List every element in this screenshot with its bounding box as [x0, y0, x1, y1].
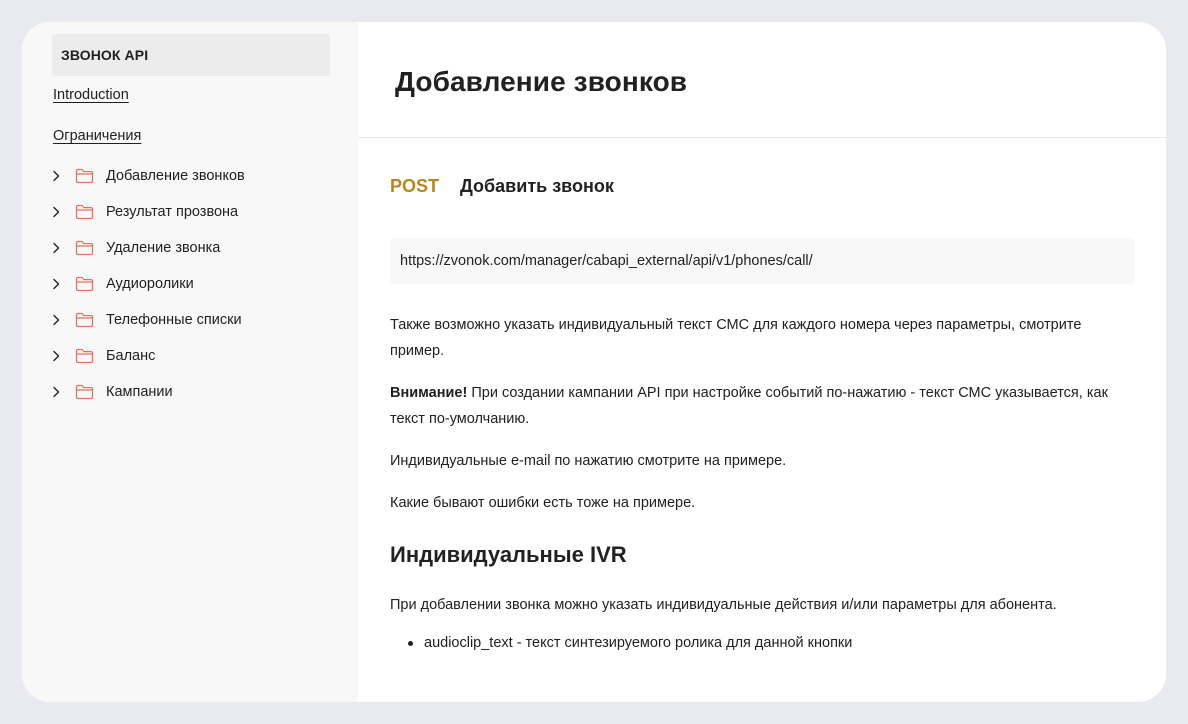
sidebar-folder-phone-lists[interactable]: Телефонные списки: [22, 302, 358, 338]
paragraph-email: Индивидуальные e-mail по нажатию смотрит…: [390, 453, 787, 469]
sidebar: ЗВОНОК API Introduction Ограничения Доба…: [22, 22, 358, 702]
sidebar-folder-list: Добавление звонков Результат прозвона Уд…: [22, 158, 358, 410]
list-item-text: audioclip_text - текст синтезируемого ро…: [424, 635, 853, 651]
chevron-right-icon[interactable]: [49, 205, 63, 219]
sidebar-folder-label: Телефонные списки: [106, 312, 242, 328]
app-window: ЗВОНОК API Introduction Ограничения Доба…: [22, 22, 1166, 702]
folder-icon: [75, 348, 95, 364]
folder-icon: [75, 168, 95, 184]
page-title: Добавление звонков: [395, 65, 688, 97]
bullet-dot: [408, 640, 413, 646]
list-item: audioclip_text - текст синтезируемого ро…: [408, 630, 1135, 656]
warning-label: Внимание!: [390, 385, 468, 401]
sidebar-folder-label: Кампании: [106, 384, 173, 400]
chevron-right-icon[interactable]: [49, 277, 63, 291]
main-content: Добавление звонков POST Добавить звонок …: [358, 22, 1166, 702]
request-line: POST Добавить звонок: [390, 176, 1135, 202]
doc-body: POST Добавить звонок https://zvonok.com/…: [358, 176, 1166, 656]
bullet-list: audioclip_text - текст синтезируемого ро…: [390, 630, 1135, 656]
sidebar-folder-dial-result[interactable]: Результат прозвона: [22, 194, 358, 230]
http-method-badge: POST: [390, 176, 440, 196]
sidebar-header[interactable]: ЗВОНОК API: [52, 34, 330, 76]
page-header: Добавление звонков: [358, 22, 1166, 138]
chevron-right-icon[interactable]: [49, 385, 63, 399]
chevron-right-icon[interactable]: [49, 313, 63, 327]
request-url[interactable]: https://zvonok.com/manager/cabapi_extern…: [390, 238, 1135, 284]
sidebar-link-limits[interactable]: Ограничения: [53, 128, 358, 148]
sidebar-folder-add-calls[interactable]: Добавление звонков: [22, 158, 358, 194]
paragraph-errors: Какие бывают ошибки есть тоже на примере…: [390, 495, 696, 511]
section-title-ivr: Индивидуальные IVR: [390, 542, 627, 567]
folder-icon: [75, 240, 95, 256]
request-name: Добавить звонок: [460, 176, 614, 196]
sidebar-folder-label: Результат прозвона: [106, 204, 239, 220]
sidebar-folder-label: Баланс: [106, 348, 156, 364]
folder-icon: [75, 276, 95, 292]
warning-text: При создании кампании API при настройке …: [390, 385, 1108, 427]
paragraph-warning: Внимание! При создании кампании API при …: [390, 380, 1135, 432]
sidebar-folder-label: Аудиоролики: [106, 276, 194, 292]
sidebar-folder-label: Удаление звонка: [106, 240, 221, 256]
sidebar-link-introduction[interactable]: Introduction: [53, 87, 358, 107]
folder-icon: [75, 312, 95, 328]
sidebar-folder-label: Добавление звонков: [106, 168, 245, 184]
folder-icon: [75, 204, 95, 220]
sidebar-folder-campaigns[interactable]: Кампании: [22, 374, 358, 410]
paragraph-sms-text: Также возможно указать индивидуальный те…: [390, 317, 1082, 359]
sidebar-folder-audioclips[interactable]: Аудиоролики: [22, 266, 358, 302]
chevron-right-icon[interactable]: [49, 241, 63, 255]
paragraph-ivr-intro: При добавлении звонка можно указать инди…: [390, 597, 1057, 613]
sidebar-folder-delete-call[interactable]: Удаление звонка: [22, 230, 358, 266]
sidebar-folder-balance[interactable]: Баланс: [22, 338, 358, 374]
chevron-right-icon[interactable]: [49, 349, 63, 363]
folder-icon: [75, 384, 95, 400]
chevron-right-icon[interactable]: [49, 169, 63, 183]
